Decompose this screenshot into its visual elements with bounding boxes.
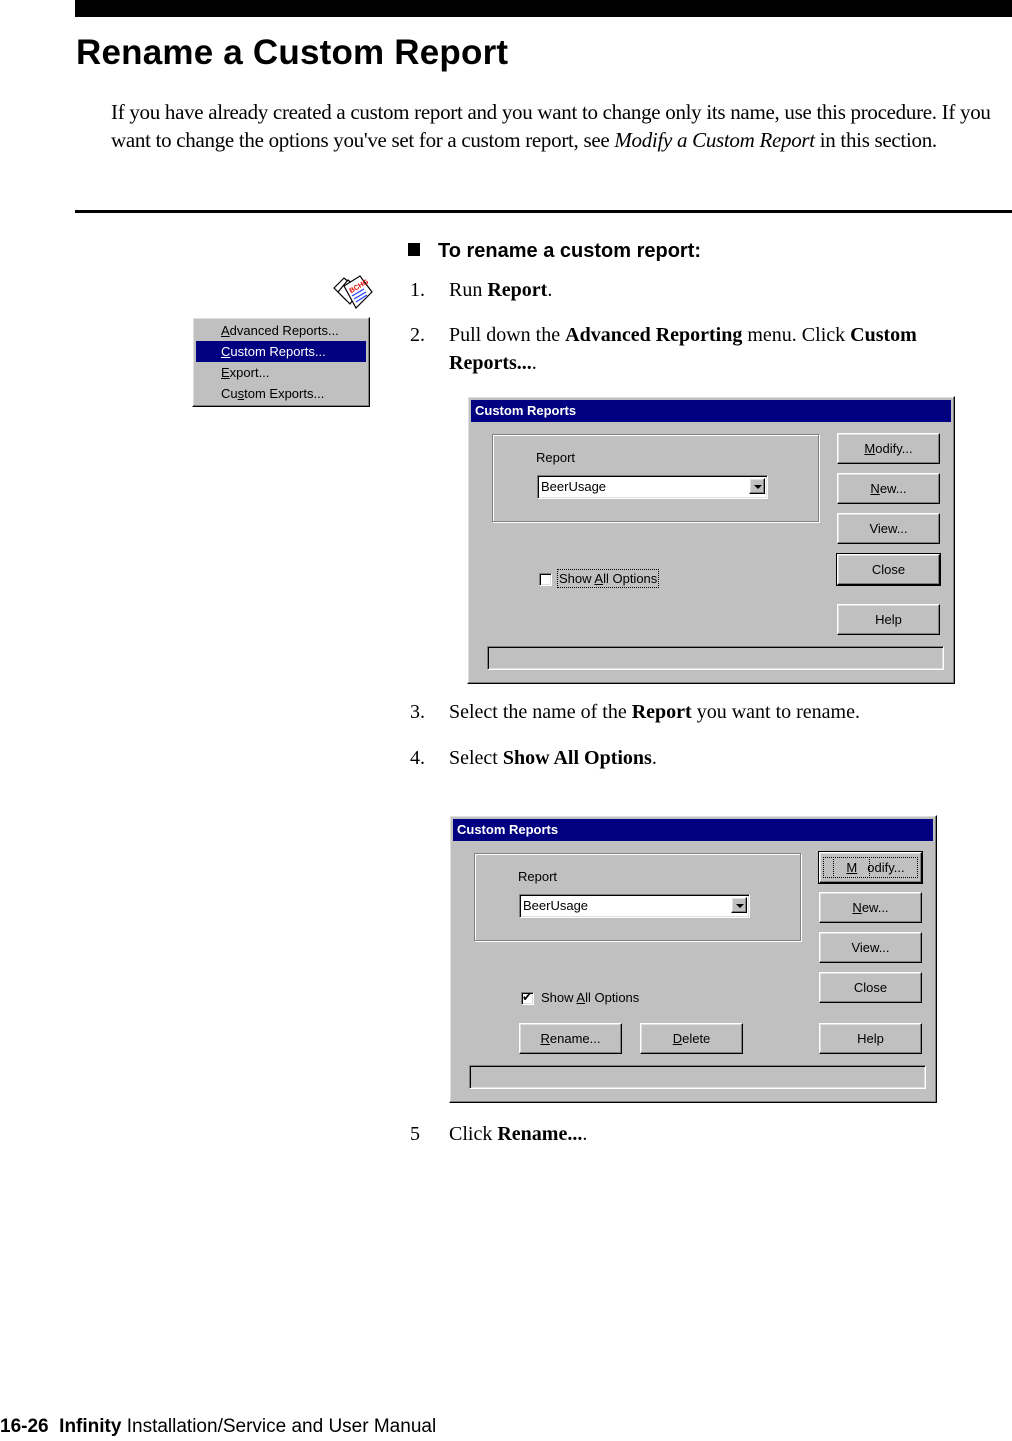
custom-reports-dialog: Custom Reports Report BeerUsage Show All… xyxy=(467,396,955,684)
step-4: 4. Select Show All Options. xyxy=(410,744,999,772)
step-number: 5 xyxy=(410,1123,420,1145)
step-text: menu. Click xyxy=(742,324,851,346)
step-3: 3. Select the name of the Report you want… xyxy=(410,698,999,726)
step-bold: Report xyxy=(487,279,548,301)
page-title: Rename a Custom Report xyxy=(76,33,509,72)
chevron-down-icon[interactable] xyxy=(731,897,747,913)
report-label: Report xyxy=(518,869,558,884)
step-bold: Rename... xyxy=(497,1123,583,1145)
step-text: . xyxy=(651,747,657,769)
step-bold: Show All Options xyxy=(502,747,652,769)
report-dropdown-value: BeerUsage xyxy=(523,898,589,913)
step-text: Pull down the xyxy=(449,324,566,346)
modify-button[interactable]: Modify... xyxy=(837,433,940,464)
step-number: 3. xyxy=(410,701,425,723)
step-text: . xyxy=(582,1123,588,1145)
report-icon: BCHG xyxy=(333,275,373,309)
product-name: Infinity xyxy=(59,1416,122,1437)
close-button[interactable]: Close xyxy=(819,972,922,1003)
step-text: . xyxy=(547,279,553,301)
procedure-heading-text: To rename a custom report: xyxy=(438,240,702,262)
close-button[interactable]: Close xyxy=(836,553,941,586)
view-button[interactable]: View... xyxy=(819,932,922,963)
step-bold: Report xyxy=(631,701,692,723)
step-text: . xyxy=(531,352,537,374)
advanced-reporting-menu: Advanced Reports... Custom Reports... Ex… xyxy=(192,317,370,407)
menu-item-export[interactable]: Export... xyxy=(193,362,369,383)
dialog-title-bar: Custom Reports xyxy=(453,819,933,841)
new-button[interactable]: New... xyxy=(837,473,940,504)
dialog-title-bar: Custom Reports xyxy=(471,400,951,422)
step-5: 5 Click Rename.... xyxy=(410,1120,999,1148)
chevron-down-icon[interactable] xyxy=(749,478,765,494)
step-text: Select xyxy=(449,747,503,769)
intro-paragraph: If you have already created a custom rep… xyxy=(111,98,1011,154)
step-text: Run xyxy=(449,279,488,301)
procedure-heading: To rename a custom report: xyxy=(408,240,701,263)
report-dropdown[interactable]: BeerUsage xyxy=(537,475,768,499)
step-2: 2. Pull down the Advanced Reporting menu.… xyxy=(410,321,999,377)
header-bar xyxy=(75,0,1012,17)
step-text: Select the name of the xyxy=(449,701,632,723)
report-label: Report xyxy=(536,450,576,465)
modify-button[interactable]: Modify... xyxy=(818,851,923,884)
show-all-options-checkbox[interactable] xyxy=(521,990,534,1005)
delete-button[interactable]: Delete xyxy=(640,1023,743,1054)
view-button[interactable]: View... xyxy=(837,513,940,544)
step-number: 2. xyxy=(410,324,425,346)
help-button[interactable]: Help xyxy=(819,1023,922,1054)
help-button[interactable]: Help xyxy=(837,604,940,635)
report-dropdown-value: BeerUsage xyxy=(541,479,607,494)
show-all-options-label[interactable]: Show All Options xyxy=(556,569,660,588)
manual-title: Installation/Service and User Manual xyxy=(126,1416,437,1437)
status-bar xyxy=(469,1065,926,1089)
report-dropdown[interactable]: BeerUsage xyxy=(519,894,750,918)
step-text: Click xyxy=(449,1123,498,1145)
step-number: 1. xyxy=(410,279,425,301)
step-bold: Advanced Reporting xyxy=(565,324,743,346)
page-number: 16-26 xyxy=(0,1416,49,1437)
square-bullet-icon xyxy=(408,243,420,256)
menu-item-custom-reports[interactable]: Custom Reports... xyxy=(196,341,366,362)
cross-reference-link: Modify a Custom Report xyxy=(614,128,815,152)
custom-reports-dialog-expanded: Custom Reports Report BeerUsage Show All… xyxy=(449,815,937,1103)
step-1: 1. Run Report. xyxy=(410,276,999,304)
step-number: 4. xyxy=(410,747,425,769)
section-divider xyxy=(75,210,1012,213)
rename-button[interactable]: Rename... xyxy=(519,1023,622,1054)
page-footer: 16-26 Infinity Installation/Service and … xyxy=(0,1416,436,1438)
show-all-options-label[interactable]: Show All Options xyxy=(541,990,639,1005)
menu-item-advanced-reports[interactable]: Advanced Reports... xyxy=(193,320,369,341)
show-all-options-checkbox[interactable] xyxy=(539,573,552,586)
menu-item-custom-exports[interactable]: Custom Exports... xyxy=(193,383,369,404)
status-bar xyxy=(487,646,944,670)
new-button[interactable]: New... xyxy=(819,892,922,923)
intro-text-end: in this section. xyxy=(814,128,937,152)
step-text: you want to rename. xyxy=(691,701,860,723)
